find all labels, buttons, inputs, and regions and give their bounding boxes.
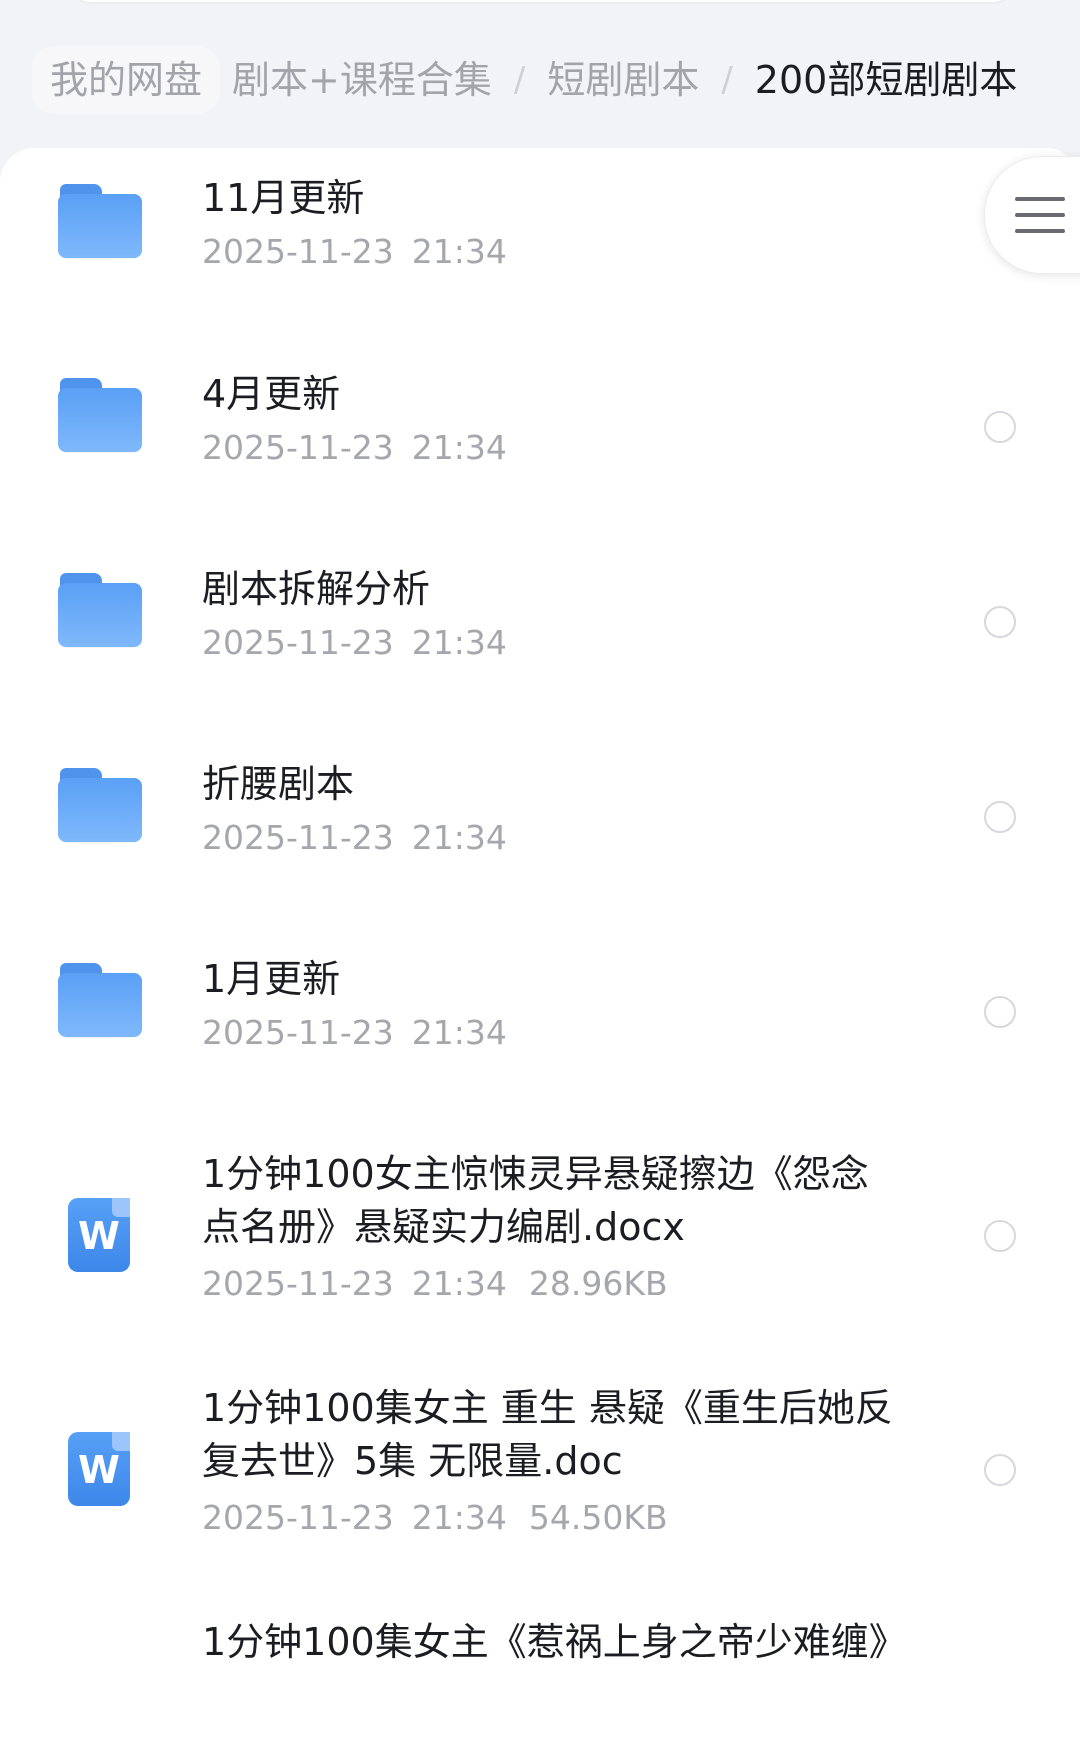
hamburger-menu-icon [1015,197,1065,233]
file-name-line2: 复去世》5集 无限量.doc [202,1439,623,1483]
doc-letter: W [78,1214,120,1258]
file-row[interactable]: 剧本拆解分析 2025-11-23 21:34 [0,563,1080,719]
file-name: 11月更新 [202,176,365,220]
breadcrumb-item[interactable]: 剧本+课程合集 [232,46,492,114]
file-row[interactable]: 4月更新 2025-11-23 21:34 [0,368,1080,524]
file-date: 2025-11-23 [202,818,394,857]
file-row[interactable]: 折腰剧本 2025-11-23 21:34 [0,758,1080,914]
folder-icon [58,184,142,260]
select-checkbox[interactable] [984,606,1016,638]
file-time: 21:34 [411,623,507,662]
breadcrumb-separator: / [721,60,733,100]
file-name: 折腰剧本 [202,762,355,806]
select-checkbox[interactable] [984,801,1016,833]
breadcrumb-separator: / [513,60,526,100]
file-row[interactable]: 1分钟100集女主《惹祸上身之帝少难缠》 [0,1616,1080,1696]
file-time: 21:34 [411,1498,507,1537]
file-meta: 2025-11-23 21:34 28.96KB [202,1264,668,1304]
file-row[interactable]: 1月更新 2025-11-23 21:34 [0,953,1080,1109]
select-checkbox[interactable] [984,411,1016,443]
file-name: 4月更新 [202,372,341,416]
file-meta: 2025-11-23 21:34 [202,818,507,858]
file-date: 2025-11-23 [202,232,394,271]
file-name-line1: 1分钟100集女主 重生 悬疑《重生后她反 [202,1386,893,1430]
folder-icon [58,768,142,844]
select-checkbox[interactable] [984,1454,1016,1486]
file-size: 54.50KB [528,1498,668,1537]
file-name-line1: 1分钟100女主惊悚灵异悬疑擦边《怨念 [202,1152,869,1196]
file-time: 21:34 [411,232,507,271]
file-date: 2025-11-23 [202,1498,394,1537]
select-checkbox[interactable] [984,1220,1016,1252]
file-time: 21:34 [411,1264,507,1303]
file-row[interactable]: W 1分钟100女主惊悚灵异悬疑擦边《怨念 点名册》悬疑实力编剧.docx 20… [0,1148,1080,1348]
file-time: 21:34 [411,428,507,467]
file-meta: 2025-11-23 21:34 [202,1013,507,1053]
file-date: 2025-11-23 [202,428,394,467]
word-doc-icon: W [58,1432,142,1508]
file-date: 2025-11-23 [202,1264,394,1303]
file-date: 2025-11-23 [202,1013,394,1052]
folder-icon [58,378,142,454]
file-list: 11月更新 2025-11-23 21:34 4月更新 2025-11-23 21:… [0,148,1080,1748]
file-row[interactable]: 11月更新 2025-11-23 21:34 [0,172,1080,328]
file-name-line1: 1分钟100集女主《惹祸上身之帝少难缠》 [202,1620,907,1664]
file-meta: 2025-11-23 21:34 [202,232,507,272]
breadcrumb-trail: 剧本+课程合集 / 短剧剧本 / 200部短剧剧本 [232,46,1017,114]
file-date: 2025-11-23 [202,623,394,662]
file-name: 剧本拆解分析 [202,567,431,611]
breadcrumb-current: 200部短剧剧本 [754,58,1018,102]
file-meta: 2025-11-23 21:34 [202,623,507,663]
file-row[interactable]: W 1分钟100集女主 重生 悬疑《重生后她反 复去世》5集 无限量.doc 2… [0,1382,1080,1582]
file-meta: 2025-11-23 21:34 [202,428,507,468]
breadcrumb: 我的网盘 剧本+课程合集 / 短剧剧本 / 200部短剧剧本 [0,40,1080,120]
file-meta: 2025-11-23 21:34 54.50KB [202,1498,668,1538]
file-name-line2: 点名册》悬疑实力编剧.docx [202,1205,685,1249]
file-size: 28.96KB [528,1264,668,1303]
file-time: 21:34 [411,818,507,857]
file-name: 1月更新 [202,957,341,1001]
search-bar[interactable] [72,0,1012,2]
word-doc-icon: W [58,1198,142,1274]
breadcrumb-item[interactable]: 短剧剧本 [547,46,699,114]
file-time: 21:34 [411,1013,507,1052]
select-checkbox[interactable] [984,996,1016,1028]
folder-icon [58,963,142,1039]
folder-icon [58,573,142,649]
doc-letter: W [78,1448,120,1492]
breadcrumb-root[interactable]: 我的网盘 [32,46,221,114]
